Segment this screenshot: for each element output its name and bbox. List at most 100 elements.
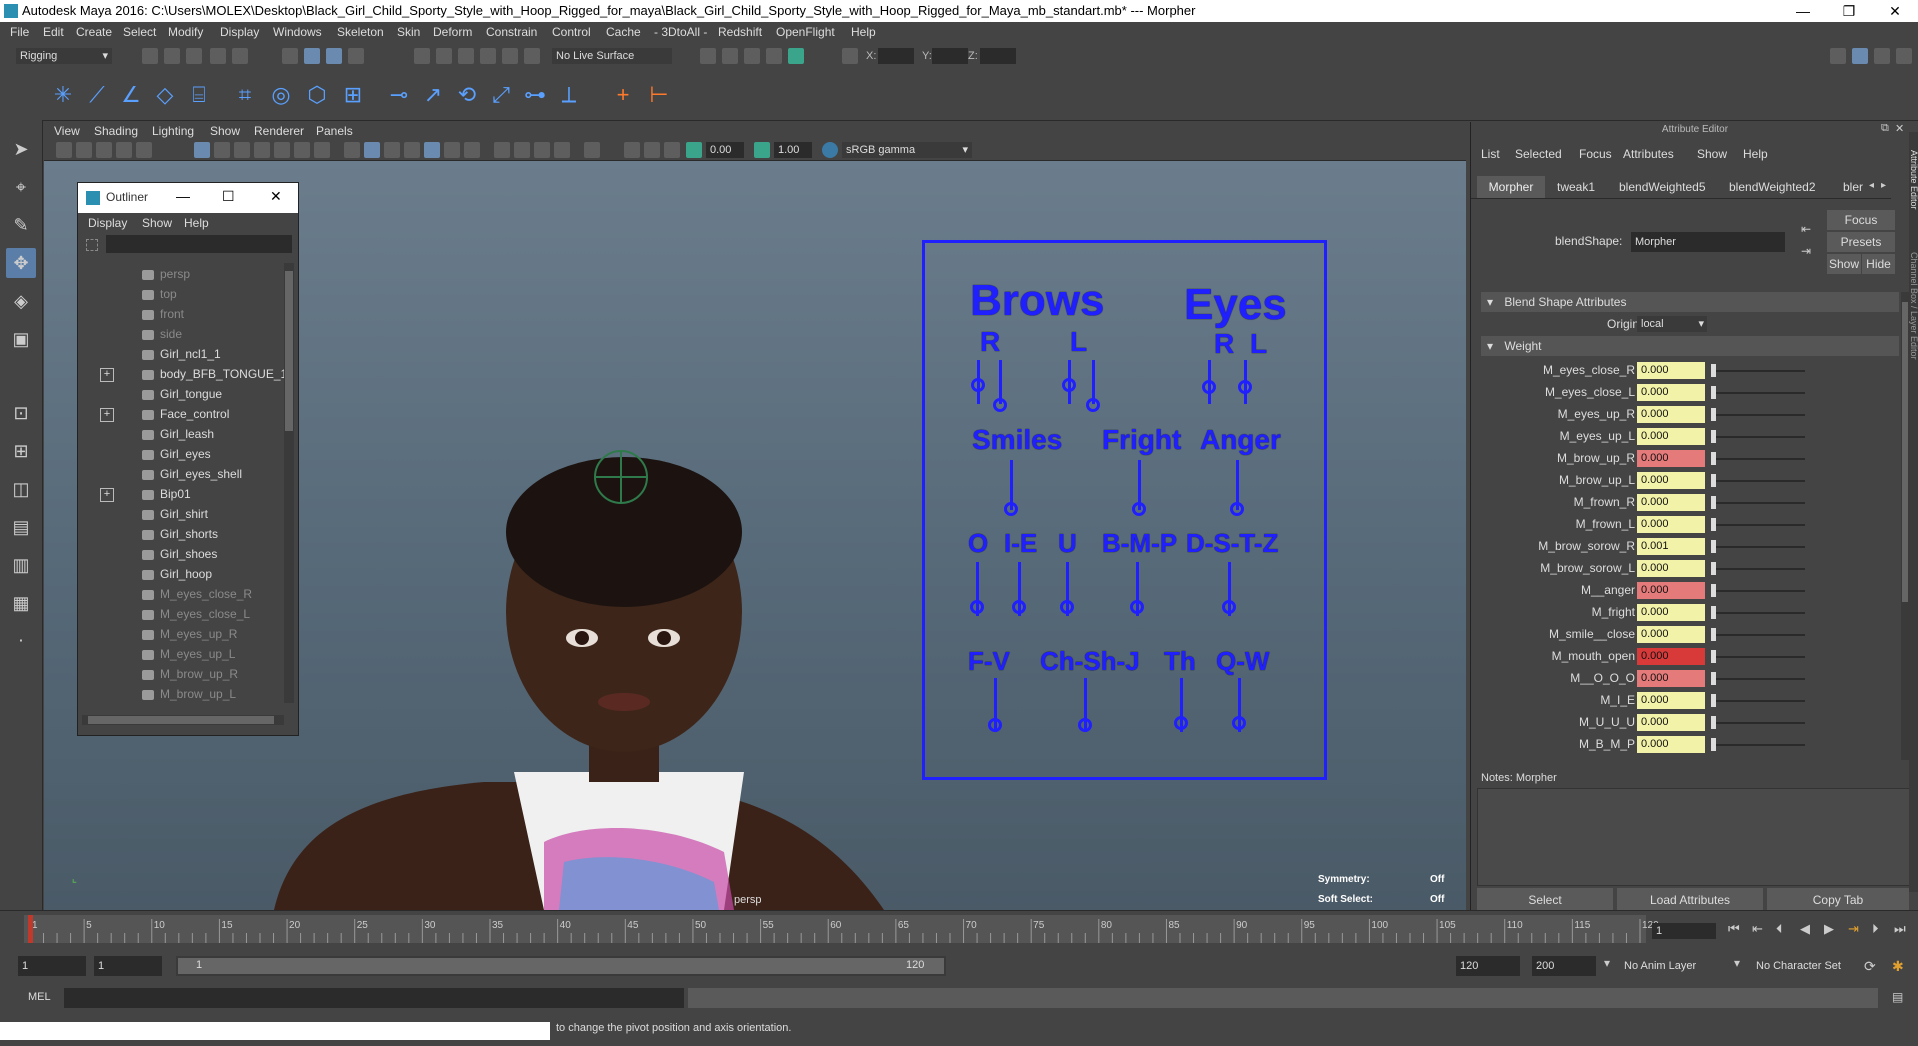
- expand-toggle[interactable]: +: [100, 488, 114, 502]
- float-panel-icon[interactable]: ⧉: [1881, 122, 1889, 135]
- attr-menu-attributes[interactable]: Attributes: [1623, 147, 1674, 161]
- outliner-item[interactable]: M_brow_up_L: [142, 685, 236, 703]
- attr-menu-focus[interactable]: Focus: [1579, 147, 1612, 161]
- output-connection-icon[interactable]: ⇥: [1801, 244, 1811, 258]
- weight-slider-track[interactable]: [1711, 546, 1805, 548]
- gate-mask-icon[interactable]: [254, 142, 270, 158]
- weight-slider-track[interactable]: [1711, 370, 1805, 372]
- weight-slider-handle[interactable]: [1711, 606, 1716, 619]
- select-hierarchy-icon[interactable]: [282, 48, 298, 64]
- joint-tool-icon[interactable]: ✳: [48, 80, 78, 110]
- outliner-item[interactable]: M_eyes_up_R: [142, 625, 237, 643]
- camera-bookmark-icon[interactable]: [76, 142, 92, 158]
- weight-slider-track[interactable]: [1711, 722, 1805, 724]
- graph-layout-icon[interactable]: ▥: [6, 550, 36, 580]
- color-management-icon[interactable]: [822, 142, 838, 158]
- step-back-frame-icon[interactable]: ⏴: [1776, 921, 1783, 937]
- menu-edit[interactable]: Edit: [43, 25, 64, 39]
- show-button[interactable]: Show: [1827, 254, 1861, 274]
- two-view-icon[interactable]: ◫: [6, 474, 36, 504]
- weight-slider-track[interactable]: [1711, 612, 1805, 614]
- outliner-hscroll-thumb[interactable]: [88, 716, 274, 724]
- outliner-item[interactable]: M_eyes_close_R: [142, 585, 252, 603]
- xray-icon[interactable]: [624, 142, 640, 158]
- weight-slider-track[interactable]: [1711, 392, 1805, 394]
- fright-handle[interactable]: [1132, 502, 1146, 516]
- menu-windows[interactable]: Windows: [273, 25, 322, 39]
- render-view-icon[interactable]: [722, 48, 738, 64]
- weight-slider-track[interactable]: [1711, 590, 1805, 592]
- select-filter-icon[interactable]: [348, 48, 364, 64]
- current-frame-field[interactable]: 1: [1652, 923, 1716, 939]
- point-constraint-icon[interactable]: ⊸: [384, 80, 414, 110]
- menu-control[interactable]: Control: [552, 25, 591, 39]
- weight-slider-handle[interactable]: [1711, 562, 1716, 575]
- attr-menu-list[interactable]: List: [1481, 147, 1500, 161]
- input-connection-icon[interactable]: ⇤: [1801, 222, 1811, 236]
- weight-slider-handle[interactable]: [1711, 540, 1716, 553]
- menu-cache[interactable]: Cache: [606, 25, 641, 39]
- outliner-hscrollbar[interactable]: [82, 715, 284, 725]
- outliner-item[interactable]: M_eyes_close_L: [142, 605, 250, 623]
- gamma-icon[interactable]: [754, 142, 770, 158]
- outliner-item[interactable]: Bip01: [142, 485, 191, 503]
- snap-view-icon[interactable]: [480, 48, 496, 64]
- weight-slider-handle[interactable]: [1711, 672, 1716, 685]
- outliner-menu-help[interactable]: Help: [184, 216, 209, 230]
- anim-start-field[interactable]: 1: [18, 956, 86, 976]
- y-field[interactable]: [932, 48, 968, 64]
- panel-menu-lighting[interactable]: Lighting: [152, 124, 194, 138]
- tab-tweak1[interactable]: tweak1: [1557, 176, 1595, 198]
- gamma-field[interactable]: 1.00: [774, 142, 812, 158]
- select-component-icon[interactable]: [326, 48, 342, 64]
- menuset-dropdown[interactable]: Rigging ▾: [16, 48, 112, 64]
- weight-slider-track[interactable]: [1711, 436, 1805, 438]
- snap-grid-icon[interactable]: [414, 48, 430, 64]
- outliner-item[interactable]: Girl_shoes: [142, 545, 217, 563]
- 2d-pan-icon[interactable]: [116, 142, 132, 158]
- rigid-bind-icon[interactable]: ⬡: [302, 80, 332, 110]
- weight-slider-handle[interactable]: [1711, 386, 1716, 399]
- channel-box-toggle-icon[interactable]: [1896, 48, 1912, 64]
- weight-slider-track[interactable]: [1711, 524, 1805, 526]
- panel-menu-renderer[interactable]: Renderer: [254, 124, 304, 138]
- wireframe-icon[interactable]: [344, 142, 360, 158]
- hide-button[interactable]: Hide: [1862, 254, 1895, 274]
- o-handle[interactable]: [970, 600, 984, 614]
- outliner-item[interactable]: Girl_hoop: [142, 565, 212, 583]
- side-tab-channel-box[interactable]: Channel Box / Layer Editor: [1909, 252, 1918, 360]
- panel-menu-show[interactable]: Show: [210, 124, 240, 138]
- weight-slider-handle[interactable]: [1711, 628, 1716, 641]
- playhead[interactable]: [28, 915, 33, 943]
- anti-aliasing-icon[interactable]: [534, 142, 550, 158]
- script-editor-icon[interactable]: ▤: [1892, 990, 1903, 1004]
- copy-tab-button[interactable]: Copy Tab: [1767, 888, 1909, 912]
- menu-skeleton[interactable]: Skeleton: [337, 25, 384, 39]
- anim-layer-dropdown[interactable]: No Anim Layer: [1624, 960, 1696, 972]
- character-set-dropdown[interactable]: No Character Set: [1756, 960, 1841, 972]
- undo-icon[interactable]: [210, 48, 226, 64]
- step-back-key-icon[interactable]: ⇤: [1752, 921, 1763, 937]
- smooth-shade-icon[interactable]: [364, 142, 380, 158]
- menu-skin[interactable]: Skin: [397, 25, 420, 39]
- outliner-vscrollbar[interactable]: [284, 263, 294, 703]
- attr-vscroll-thumb[interactable]: [1902, 302, 1908, 602]
- attr-menu-selected[interactable]: Selected: [1515, 147, 1562, 161]
- play-back-icon[interactable]: ◀: [1800, 921, 1810, 937]
- chevron-down-icon[interactable]: ▾: [1604, 956, 1610, 970]
- outliner-item[interactable]: Girl_eyes: [142, 445, 211, 463]
- weight-value-field[interactable]: 0.000: [1637, 384, 1705, 401]
- outliner-titlebar[interactable]: Outliner — ☐ ✕: [78, 183, 298, 213]
- menu-3dtoall[interactable]: - 3DtoAll -: [654, 25, 707, 39]
- qw-handle[interactable]: [1232, 716, 1246, 730]
- section-blend-shape-attributes[interactable]: ▾ Blend Shape Attributes: [1481, 292, 1899, 312]
- weight-slider-handle[interactable]: [1711, 496, 1716, 509]
- weight-slider-handle[interactable]: [1711, 694, 1716, 707]
- outliner-item[interactable]: side: [142, 325, 182, 343]
- aim-constraint-icon[interactable]: ↗: [418, 80, 448, 110]
- xray-active-icon[interactable]: [644, 142, 660, 158]
- safe-action-icon[interactable]: [294, 142, 310, 158]
- ik-spline-icon[interactable]: ∠: [116, 80, 146, 110]
- weight-slider-handle[interactable]: [1711, 452, 1716, 465]
- weight-slider-track[interactable]: [1711, 656, 1805, 658]
